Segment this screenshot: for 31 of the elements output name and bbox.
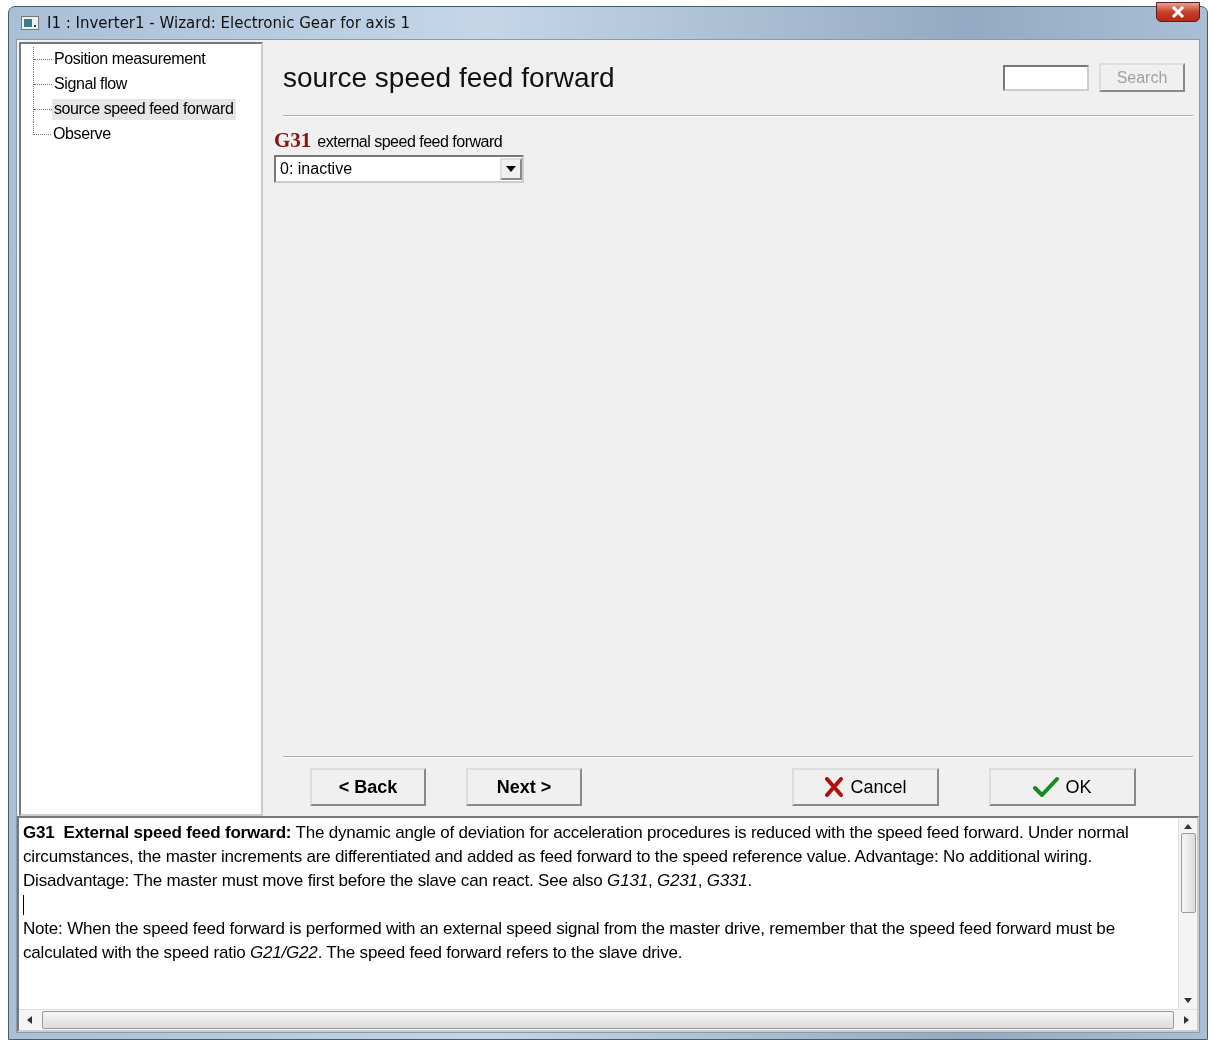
checkmark-icon <box>1033 776 1060 798</box>
parameter-label: external speed feed forward <box>317 133 503 151</box>
window-icon <box>21 16 39 30</box>
scroll-left-icon <box>27 1016 32 1024</box>
close-icon <box>1171 6 1185 18</box>
tree-item[interactable]: source speed feed forward <box>52 99 237 120</box>
close-button[interactable] <box>1156 2 1200 22</box>
cancel-button[interactable]: Cancel <box>792 768 939 806</box>
vertical-scrollbar[interactable] <box>1178 818 1197 1009</box>
tree-item[interactable]: Observe <box>51 124 114 145</box>
scroll-down-icon <box>1184 998 1192 1003</box>
tree-item[interactable]: Position measurement <box>52 49 209 70</box>
dropdown-arrow-icon <box>506 166 516 172</box>
nav-button[interactable]: < Back <box>310 768 426 806</box>
cross-icon <box>824 777 845 797</box>
parameter-code: G31 <box>274 128 312 153</box>
page-heading: source speed feed forward <box>283 61 615 94</box>
text-cursor <box>23 895 24 915</box>
search-field[interactable] <box>1003 64 1089 91</box>
horizontal-scrollbar[interactable] <box>19 1009 1197 1030</box>
dropdown[interactable]: 0: inactive <box>274 155 524 183</box>
help-paragraph: Note: When the speed feed forward is performed with an external speed signal from the master drive, remember that the speed feed forward must be calculated with the speed ratio G21/G22. The speed feed forward refers to the slave drive. <box>23 918 1116 964</box>
ok-button[interactable]: OK <box>989 768 1136 806</box>
window-title: I1 : Inverter1 - Wizard: Electronic Gear for axis 1 <box>47 14 411 32</box>
scroll-thumb[interactable] <box>42 1011 1174 1029</box>
nav-button[interactable]: Next > <box>466 768 582 806</box>
scroll-up-icon <box>1184 824 1192 829</box>
scroll-thumb[interactable] <box>1180 833 1196 913</box>
tree-item[interactable]: Signal flow <box>52 74 130 95</box>
help-paragraph: G31 External speed feed forward: The dynamic angle of deviation for acceleration procedures is reduced with the speed feed forward. Under normal circumstances, the master increments are differentiated and added as feed forward to the speed reference value. Advantage: No additional wiring. Disadvantage: The master must move first before the slave can react. See also G131, G231, G331. <box>23 822 1130 892</box>
scroll-right-icon <box>1184 1016 1189 1024</box>
